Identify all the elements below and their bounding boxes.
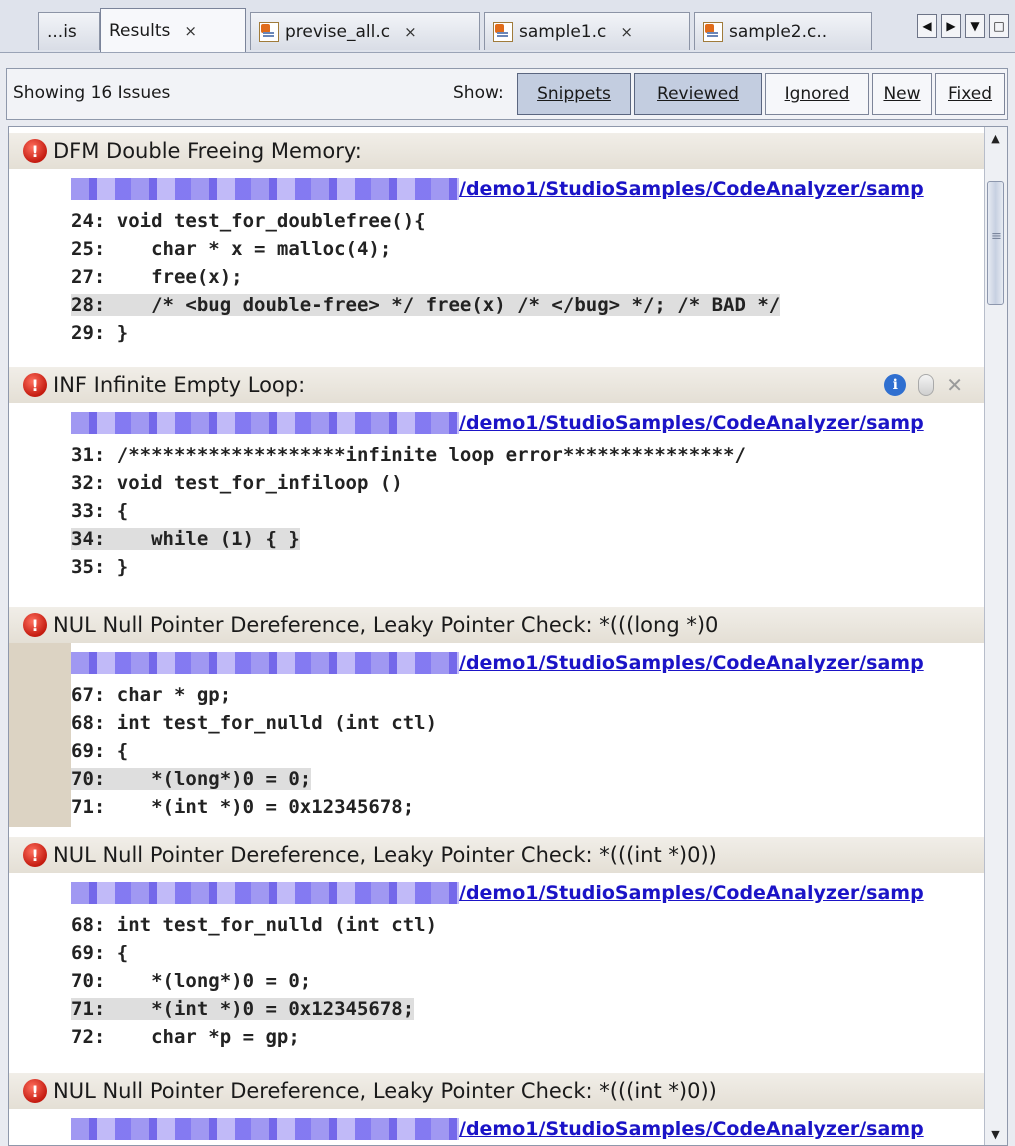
file-path-text: /demo1/StudioSamples/CodeAnalyzer/samp xyxy=(459,412,924,434)
file-path-text: /demo1/StudioSamples/CodeAnalyzer/samp xyxy=(459,1118,924,1140)
code-line: 24: void test_for_doublefree(){ xyxy=(71,210,426,232)
code-line: 31: /*******************infinite loop er… xyxy=(71,444,746,466)
code-line-highlighted: 28: /* <bug double-free> */ free(x) /* <… xyxy=(71,294,781,316)
code-line: 69: { xyxy=(71,942,129,964)
code-line: 32: void test_for_infiloop () xyxy=(71,472,403,494)
issue-card: ! NUL Null Pointer Dereference, Leaky Po… xyxy=(9,607,985,827)
maximize-window-icon[interactable]: □ xyxy=(989,14,1009,38)
scroll-tabs-left-icon[interactable]: ◀ xyxy=(917,14,937,38)
issue-title: INF Infinite Empty Loop: xyxy=(53,373,306,397)
code-line-highlighted: 70: *(long*)0 = 0; xyxy=(71,768,312,790)
code-line: 27: free(x); xyxy=(71,266,243,288)
code-line: 68: int test_for_nulld (int ctl) xyxy=(71,914,438,936)
error-icon: ! xyxy=(23,139,47,163)
scroll-tabs-right-icon[interactable]: ▶ xyxy=(941,14,961,38)
issue-header[interactable]: ! NUL Null Pointer Dereference, Leaky Po… xyxy=(9,607,985,643)
vertical-scrollbar[interactable]: ▲ ▼ xyxy=(984,127,1007,1145)
ignored-toggle-button[interactable]: Ignored xyxy=(765,73,869,115)
issue-header[interactable]: ! NUL Null Pointer Dereference, Leaky Po… xyxy=(9,837,985,873)
tab-truncated[interactable]: ...is xyxy=(38,12,100,50)
issue-card: ! NUL Null Pointer Dereference, Leaky Po… xyxy=(9,837,985,1052)
scroll-down-icon[interactable]: ▼ xyxy=(987,1125,1004,1143)
issue-card: ! DFM Double Freeing Memory: /demo1/Stud… xyxy=(9,133,985,344)
tab-close-icon[interactable]: × xyxy=(404,23,417,41)
tab-close-icon[interactable]: × xyxy=(620,23,633,41)
c-file-icon xyxy=(493,21,513,42)
error-icon: ! xyxy=(23,613,47,637)
issue-file-link[interactable]: /demo1/StudioSamples/CodeAnalyzer/samp xyxy=(71,411,983,435)
tab-sample2[interactable]: sample2.c.. xyxy=(694,12,872,50)
scrollbar-thumb[interactable] xyxy=(987,181,1004,305)
issue-header[interactable]: ! DFM Double Freeing Memory: xyxy=(9,133,985,169)
error-icon: ! xyxy=(23,1079,47,1103)
toggle-icon[interactable] xyxy=(918,374,935,396)
file-path-text: /demo1/StudioSamples/CodeAnalyzer/samp xyxy=(459,882,924,904)
file-path-text: /demo1/StudioSamples/CodeAnalyzer/samp xyxy=(459,178,924,200)
issue-file-link[interactable]: /demo1/StudioSamples/CodeAnalyzer/samp xyxy=(71,1117,983,1141)
issue-file-link[interactable]: /demo1/StudioSamples/CodeAnalyzer/samp xyxy=(71,177,983,201)
code-snippet: 68: int test_for_nulld (int ctl) 69: { 7… xyxy=(71,911,985,1051)
code-line: 71: *(int *)0 = 0x12345678; xyxy=(71,796,415,818)
snippets-toggle-button[interactable]: Snippets xyxy=(517,73,631,115)
tab-label: previse_all.c xyxy=(285,21,391,42)
issue-actions: i ✕ xyxy=(884,373,963,397)
file-path-text: /demo1/StudioSamples/CodeAnalyzer/samp xyxy=(459,652,924,674)
error-icon: ! xyxy=(23,373,47,397)
error-icon: ! xyxy=(23,843,47,867)
issue-title: NUL Null Pointer Dereference, Leaky Poin… xyxy=(53,1079,717,1103)
results-toolbar: Showing 16 Issues Show: Snippets Reviewe… xyxy=(6,68,1008,120)
tab-previse-all[interactable]: previse_all.c × xyxy=(250,12,480,50)
issue-title: NUL Null Pointer Dereference, Leaky Poin… xyxy=(53,843,717,867)
issue-title: DFM Double Freeing Memory: xyxy=(53,139,362,163)
code-line: 69: { xyxy=(71,740,129,762)
issue-count-status: Showing 16 Issues xyxy=(13,83,171,103)
show-filter-label: Show: xyxy=(453,83,504,103)
issues-list-panel[interactable]: ! DFM Double Freeing Memory: /demo1/Stud… xyxy=(8,126,1008,1146)
code-line: 33: { xyxy=(71,500,129,522)
issue-file-link[interactable]: /demo1/StudioSamples/CodeAnalyzer/samp xyxy=(71,881,983,905)
tab-label: sample2.c.. xyxy=(729,21,828,42)
issue-header[interactable]: ! INF Infinite Empty Loop: i ✕ xyxy=(9,367,985,403)
code-snippet: 67: char * gp; 68: int test_for_nulld (i… xyxy=(71,681,985,821)
tab-close-icon[interactable]: × xyxy=(184,22,197,40)
redacted-path xyxy=(71,652,459,674)
code-line: 35: } xyxy=(71,556,129,578)
code-line: 70: *(long*)0 = 0; xyxy=(71,970,312,992)
tab-results[interactable]: Results × xyxy=(100,8,246,52)
tab-label: ...is xyxy=(47,21,77,42)
fixed-toggle-button[interactable]: Fixed xyxy=(935,73,1005,115)
tab-navigation: ◀ ▶ ▼ □ xyxy=(917,14,1009,38)
c-file-icon xyxy=(703,21,723,42)
dismiss-icon[interactable]: ✕ xyxy=(946,373,963,397)
issue-card: ! INF Infinite Empty Loop: i ✕ /demo1/St… xyxy=(9,367,985,578)
code-snippet: 24: void test_for_doublefree(){ 25: char… xyxy=(71,207,985,347)
code-line: 29: } xyxy=(71,322,129,344)
code-line-highlighted: 34: while (1) { } xyxy=(71,528,300,550)
tab-list-dropdown-icon[interactable]: ▼ xyxy=(965,14,985,38)
redacted-path xyxy=(71,1118,459,1140)
issue-header[interactable]: ! NUL Null Pointer Dereference, Leaky Po… xyxy=(9,1073,985,1109)
issue-file-link[interactable]: /demo1/StudioSamples/CodeAnalyzer/samp xyxy=(71,651,983,675)
code-line: 67: char * gp; xyxy=(71,684,232,706)
redacted-path xyxy=(71,178,459,200)
new-toggle-button[interactable]: New xyxy=(872,73,932,115)
tab-sample1[interactable]: sample1.c × xyxy=(484,12,690,50)
issue-title: NUL Null Pointer Dereference, Leaky Poin… xyxy=(53,613,719,637)
scroll-up-icon[interactable]: ▲ xyxy=(987,129,1004,147)
tab-label: sample1.c xyxy=(519,21,607,42)
redacted-path xyxy=(71,412,459,434)
info-icon[interactable]: i xyxy=(884,374,907,396)
issue-card: ! NUL Null Pointer Dereference, Leaky Po… xyxy=(9,1073,985,1145)
code-snippet: 31: /*******************infinite loop er… xyxy=(71,441,985,581)
redacted-path xyxy=(71,882,459,904)
code-line: 72: char *p = gp; xyxy=(71,1026,300,1048)
code-line: 68: int test_for_nulld (int ctl) xyxy=(71,712,438,734)
tab-label: Results xyxy=(109,20,171,41)
editor-tab-strip: ...is Results × previse_all.c × sample1.… xyxy=(0,0,1015,53)
code-line-highlighted: 71: *(int *)0 = 0x12345678; xyxy=(71,998,415,1020)
reviewed-toggle-button[interactable]: Reviewed xyxy=(634,73,762,115)
c-file-icon xyxy=(259,21,279,42)
code-line: 25: char * x = malloc(4); xyxy=(71,238,392,260)
